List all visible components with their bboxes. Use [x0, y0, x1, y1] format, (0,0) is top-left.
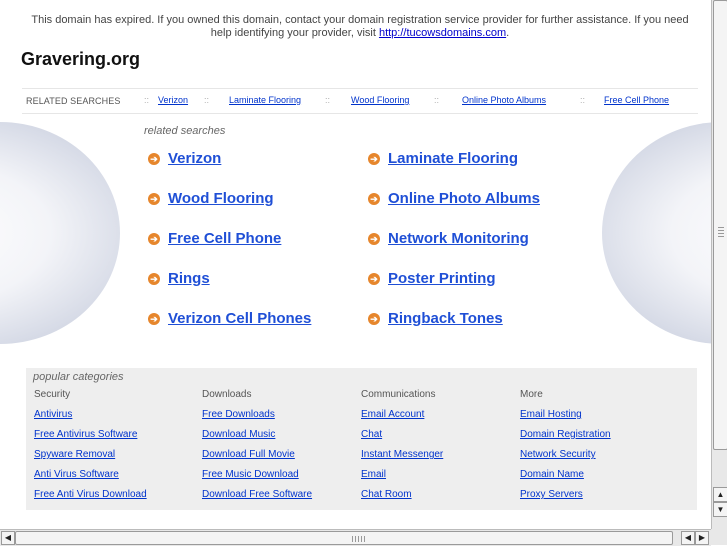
category-link[interactable]: Free Music Download [202, 469, 312, 489]
bar-link-free-cell-phone[interactable]: Free Cell Phone [604, 95, 669, 105]
category-link[interactable]: Domain Registration [520, 429, 611, 449]
scroll-right-button[interactable]: ▶ [695, 531, 709, 545]
arrow-icon: ➔ [148, 312, 160, 325]
related-search-link[interactable]: Verizon [168, 150, 221, 167]
bar-link-wood-flooring[interactable]: Wood Flooring [351, 95, 409, 105]
related-search-item[interactable]: ➔ Free Cell Phone [148, 230, 281, 247]
category-link[interactable]: Email [361, 469, 443, 489]
related-searches-caption: related searches [144, 125, 226, 137]
decorative-right-circle [602, 122, 711, 344]
arrow-icon: ➔ [148, 232, 160, 245]
related-search-item[interactable]: ➔ Wood Flooring [148, 190, 274, 207]
arrow-icon: ➔ [368, 152, 380, 165]
related-search-link[interactable]: Online Photo Albums [388, 190, 540, 207]
separator: :: [580, 95, 586, 105]
category-column-more: More Email Hosting Domain Registration N… [520, 389, 611, 509]
arrow-icon: ➔ [368, 192, 380, 205]
bar-link-online-photo-albums[interactable]: Online Photo Albums [462, 95, 546, 105]
related-search-link[interactable]: Ringback Tones [388, 310, 503, 327]
related-search-item[interactable]: ➔ Rings [148, 270, 210, 287]
arrow-icon: ➔ [148, 192, 160, 205]
related-search-item[interactable]: ➔ Online Photo Albums [368, 190, 540, 207]
category-link[interactable]: Free Antivirus Software [34, 429, 147, 449]
category-header: Security [34, 389, 71, 400]
category-link[interactable]: Chat Room [361, 489, 443, 509]
related-search-link[interactable]: Rings [168, 270, 210, 287]
bar-link-laminate-flooring[interactable]: Laminate Flooring [229, 95, 301, 105]
related-search-item[interactable]: ➔ Verizon Cell Phones [148, 310, 311, 327]
decorative-left-circle [0, 122, 120, 344]
category-link[interactable]: Download Free Software [202, 489, 312, 509]
expired-notice: This domain has expired. If you owned th… [20, 14, 700, 40]
category-column-security: Security Antivirus Free Antivirus Softwa… [34, 389, 147, 509]
page-viewport: This domain has expired. If you owned th… [0, 0, 711, 529]
related-search-item[interactable]: ➔ Poster Printing [368, 270, 496, 287]
related-search-link[interactable]: Network Monitoring [388, 230, 529, 247]
horizontal-scroll-thumb[interactable] [15, 531, 673, 545]
category-link[interactable]: Anti Virus Software [34, 469, 147, 489]
category-link[interactable]: Email Account [361, 409, 443, 429]
category-link[interactable]: Network Security [520, 449, 611, 469]
scroll-left-button[interactable]: ◀ [1, 531, 15, 545]
category-header: Communications [361, 389, 436, 400]
category-header: More [520, 389, 543, 400]
category-link[interactable]: Antivirus [34, 409, 147, 429]
scroll-down-button[interactable]: ▼ [713, 502, 727, 517]
notice-text: This domain has expired. If you owned th… [31, 14, 689, 39]
category-link[interactable]: Download Music [202, 429, 312, 449]
related-search-link[interactable]: Wood Flooring [168, 190, 274, 207]
scroll-up-button[interactable]: ▲ [713, 487, 727, 502]
separator: :: [204, 95, 210, 105]
horizontal-scrollbar[interactable]: ◀ ◀ ▶ [0, 529, 711, 546]
related-search-item[interactable]: ➔ Verizon [148, 150, 221, 167]
category-link[interactable]: Free Anti Virus Download [34, 489, 147, 509]
category-column-downloads: Downloads Free Downloads Download Music … [202, 389, 312, 509]
related-search-item[interactable]: ➔ Ringback Tones [368, 310, 503, 327]
vertical-scroll-thumb[interactable] [713, 0, 727, 450]
tucows-link[interactable]: http://tucowsdomains.com [379, 27, 506, 39]
arrow-icon: ➔ [368, 312, 380, 325]
separator: :: [434, 95, 440, 105]
popular-categories-panel: popular categories Security Antivirus Fr… [26, 368, 697, 510]
related-search-link[interactable]: Verizon Cell Phones [168, 310, 311, 327]
notice-tail: . [506, 27, 510, 39]
related-search-link[interactable]: Laminate Flooring [388, 150, 518, 167]
related-search-item[interactable]: ➔ Network Monitoring [368, 230, 529, 247]
separator: :: [144, 95, 150, 105]
related-search-link[interactable]: Free Cell Phone [168, 230, 281, 247]
category-link[interactable]: Chat [361, 429, 443, 449]
bar-link-verizon[interactable]: Verizon [158, 95, 188, 105]
category-header: Downloads [202, 389, 252, 400]
category-column-communications: Communications Email Account Chat Instan… [361, 389, 443, 509]
related-search-link[interactable]: Poster Printing [388, 270, 496, 287]
vertical-scrollbar[interactable]: ▲ ▼ [711, 0, 727, 529]
category-link[interactable]: Download Full Movie [202, 449, 312, 469]
arrow-icon: ➔ [368, 272, 380, 285]
category-link[interactable]: Proxy Servers [520, 489, 611, 509]
scroll-left-button-2[interactable]: ◀ [681, 531, 695, 545]
category-link[interactable]: Free Downloads [202, 409, 312, 429]
related-searches-bar: RELATED SEARCHES :: Verizon :: Laminate … [22, 88, 698, 114]
category-link[interactable]: Email Hosting [520, 409, 611, 429]
popular-categories-caption: popular categories [33, 371, 124, 383]
category-link[interactable]: Instant Messenger [361, 449, 443, 469]
related-search-item[interactable]: ➔ Laminate Flooring [368, 150, 518, 167]
related-bar-label: RELATED SEARCHES [26, 96, 121, 106]
arrow-icon: ➔ [148, 152, 160, 165]
category-link[interactable]: Domain Name [520, 469, 611, 489]
site-title: Gravering.org [21, 49, 141, 69]
category-link[interactable]: Spyware Removal [34, 449, 147, 469]
separator: :: [325, 95, 331, 105]
scrollbar-corner [711, 529, 727, 545]
arrow-icon: ➔ [368, 232, 380, 245]
grip-icon [352, 536, 366, 542]
arrow-icon: ➔ [148, 272, 160, 285]
grip-icon [718, 227, 724, 239]
